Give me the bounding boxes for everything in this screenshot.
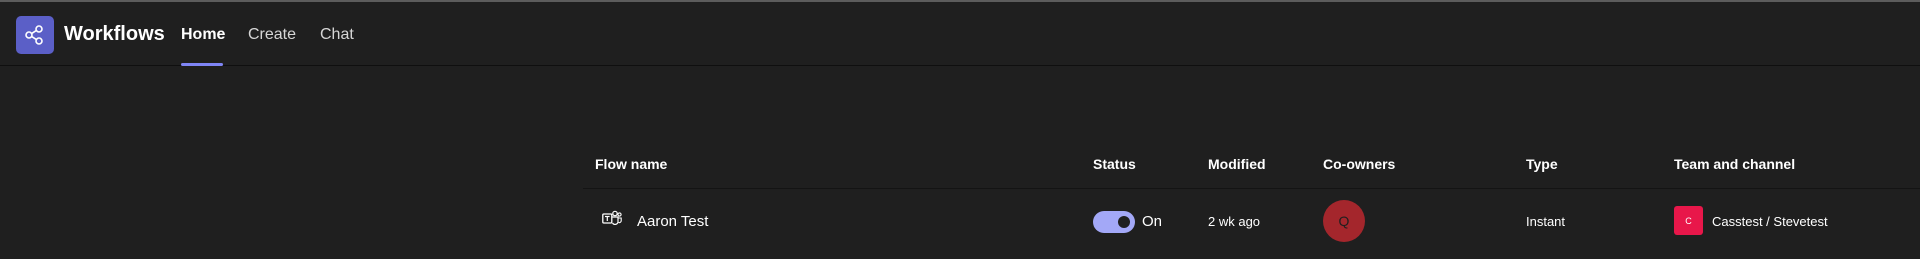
app-title: Workflows xyxy=(64,23,165,45)
app-header: Workflows Home Create Chat xyxy=(0,2,1920,66)
type-value: Instant xyxy=(1526,214,1566,229)
table-row[interactable]: Aaron Test On 2 wk ago Q Instant C Casst… xyxy=(583,190,1920,259)
team-badge-letter: C xyxy=(1685,215,1692,226)
co-owner-initial: Q xyxy=(1338,213,1350,229)
modified-value: 2 wk ago xyxy=(1208,214,1261,229)
co-owner-avatar[interactable]: Q xyxy=(1323,200,1365,242)
column-header-flow-name[interactable]: Flow name xyxy=(595,156,667,172)
team-channel-value[interactable]: Casstest / Stevetest xyxy=(1712,214,1828,229)
status-label: On xyxy=(1142,213,1163,230)
tab-home[interactable]: Home xyxy=(181,26,225,44)
column-header-co-owners[interactable]: Co-owners xyxy=(1323,156,1395,172)
active-tab-indicator xyxy=(181,63,223,66)
workflows-share-icon[interactable] xyxy=(16,16,54,54)
column-header-modified[interactable]: Modified xyxy=(1208,156,1266,172)
status-toggle-knob xyxy=(1118,216,1130,228)
team-badge: C xyxy=(1674,206,1703,235)
column-header-team-channel[interactable]: Team and channel xyxy=(1674,156,1795,172)
teams-icon xyxy=(602,210,622,228)
column-header-type[interactable]: Type xyxy=(1526,156,1558,172)
column-header-status[interactable]: Status xyxy=(1093,156,1136,172)
tab-create[interactable]: Create xyxy=(248,26,296,44)
flow-name-link[interactable]: Aaron Test xyxy=(637,213,708,230)
status-toggle[interactable] xyxy=(1093,211,1135,233)
tab-chat[interactable]: Chat xyxy=(320,26,354,44)
table-header: Flow name Status Modified Co-owners Type… xyxy=(583,150,1920,189)
